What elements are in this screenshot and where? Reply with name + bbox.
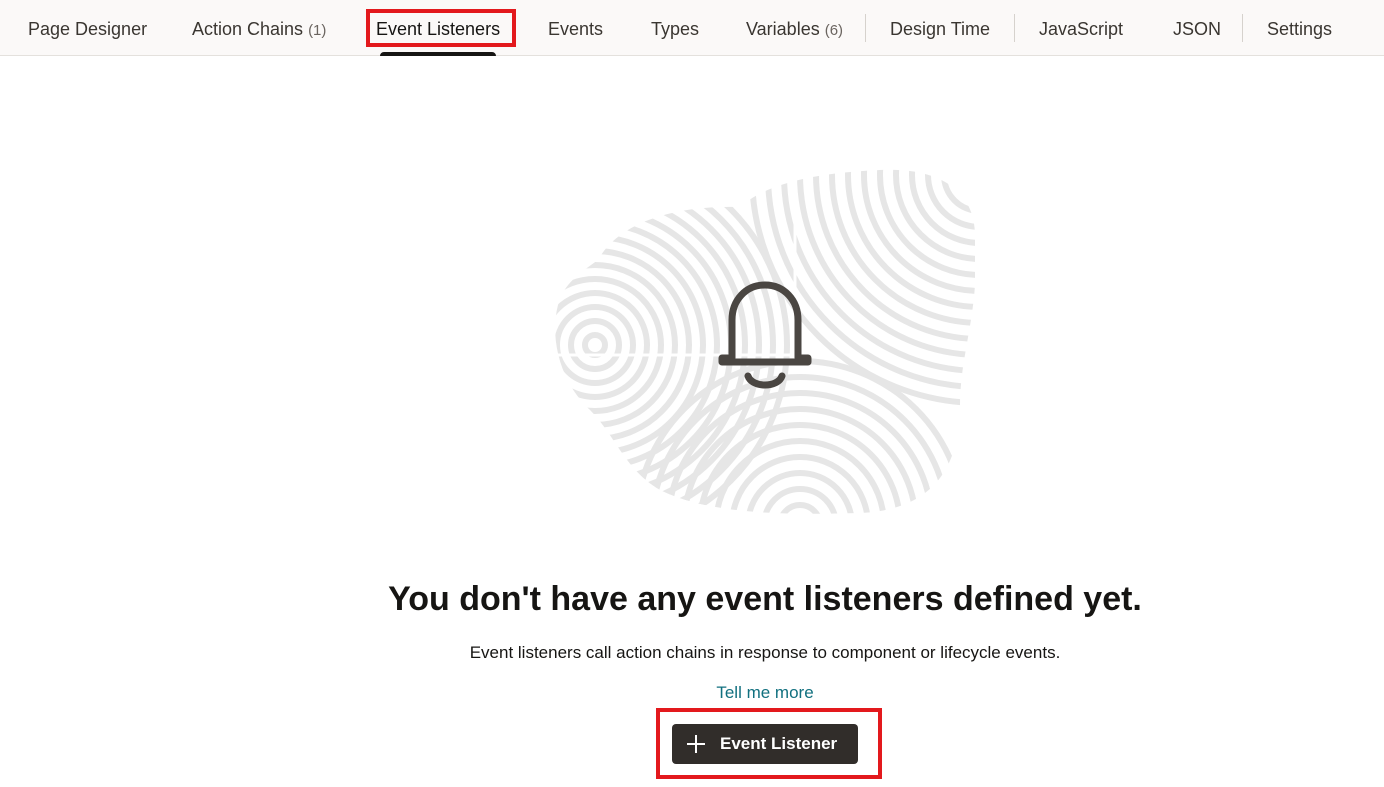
tell-me-more-row: Tell me more — [0, 683, 1384, 703]
tab-event-listeners[interactable]: Event Listeners — [376, 0, 500, 56]
tab-label: Action Chains — [192, 19, 304, 39]
tab-types[interactable]: Types — [651, 0, 699, 56]
tab-count: (1) — [308, 22, 327, 39]
tab-label: Event Listeners — [376, 19, 501, 39]
tab-bar: Page Designer Action Chains (1) Event Lis… — [0, 0, 1384, 56]
tab-action-chains[interactable]: Action Chains (1) — [192, 0, 326, 56]
tab-separator — [1014, 14, 1015, 42]
empty-state-description: Event listeners call action chains in re… — [469, 643, 1061, 662]
tab-design-time[interactable]: Design Time — [890, 0, 990, 56]
tab-separator — [1242, 14, 1243, 42]
tab-count: (6) — [824, 22, 844, 39]
tab-label: Design Time — [890, 19, 991, 39]
bell-icon — [718, 281, 812, 389]
tab-label: Types — [651, 19, 700, 39]
tab-label: Page Designer — [28, 19, 148, 39]
tab-events[interactable]: Events — [548, 0, 603, 56]
selected-tab-indicator — [380, 52, 497, 56]
tab-json[interactable]: JSON — [1173, 0, 1221, 56]
add-event-listener-button[interactable]: Event Listener — [672, 724, 858, 764]
tab-label: JavaScript — [1039, 19, 1124, 39]
add-event-listener-label: Event Listener — [720, 734, 838, 753]
tab-page-designer[interactable]: Page Designer — [28, 0, 147, 56]
tell-me-more-link[interactable]: Tell me more — [716, 683, 813, 702]
tab-separator — [865, 14, 866, 42]
tab-label: Events — [548, 19, 604, 39]
tab-label: Variables — [746, 19, 820, 39]
plus-icon — [687, 735, 705, 753]
tab-settings[interactable]: Settings — [1267, 0, 1332, 56]
empty-state-headline: You don't have any event listeners defin… — [388, 580, 1142, 618]
tab-label: JSON — [1173, 19, 1222, 39]
tab-variables[interactable]: Variables (6) — [746, 0, 843, 56]
tab-label: Settings — [1267, 19, 1333, 39]
tab-javascript[interactable]: JavaScript — [1039, 0, 1123, 56]
